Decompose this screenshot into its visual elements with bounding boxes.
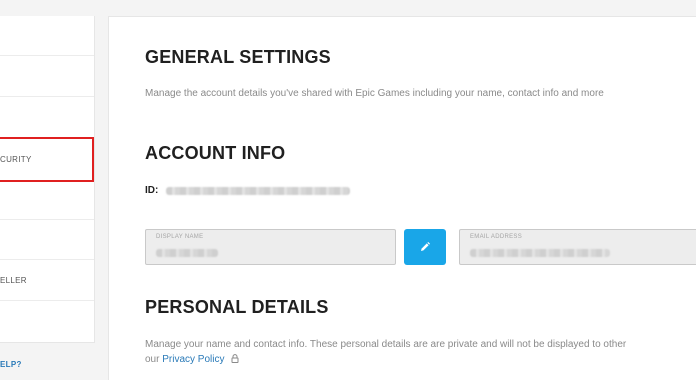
sidebar-item-label: CURITY: [0, 155, 32, 164]
general-settings-title: GENERAL SETTINGS: [145, 47, 331, 67]
sidebar-item-password-security[interactable]: CURITY: [0, 137, 94, 182]
settings-panel: GENERAL SETTINGS Manage the account deta…: [108, 16, 696, 380]
pencil-icon: [421, 242, 430, 251]
email-address-value-redacted: [470, 249, 610, 257]
email-address-label: EMAIL ADDRESS: [470, 234, 523, 240]
account-id-label: ID:: [145, 185, 159, 196]
general-settings-description: Manage the account details you've shared…: [145, 88, 604, 99]
display-name-value-redacted: [156, 249, 218, 257]
display-name-label: DISPLAY NAME: [156, 234, 204, 240]
sidebar-item-label: ELLER: [0, 276, 27, 285]
edit-display-name-button[interactable]: [404, 229, 446, 265]
personal-details-title: PERSONAL DETAILS: [145, 297, 329, 317]
sidebar-item[interactable]: [0, 16, 94, 56]
need-help-link[interactable]: ELP?: [0, 360, 22, 369]
personal-details-description: Manage your name and contact info. These…: [145, 339, 627, 365]
privacy-policy-link[interactable]: Privacy Policy: [162, 354, 224, 365]
sidebar-item[interactable]: [0, 180, 94, 220]
account-info-title: ACCOUNT INFO: [145, 143, 286, 163]
account-id-value-redacted: [166, 186, 351, 195]
email-address-field[interactable]: EMAIL ADDRESS: [459, 229, 696, 265]
account-id-row: ID:: [145, 185, 351, 196]
sidebar-item-epic-seller[interactable]: ELLER: [0, 261, 94, 301]
display-name-field[interactable]: DISPLAY NAME: [145, 229, 396, 265]
sidebar-item[interactable]: [0, 302, 94, 342]
sidebar-item[interactable]: [0, 57, 94, 97]
lock-icon: [231, 354, 239, 363]
sidebar-item[interactable]: [0, 220, 94, 260]
sidebar: CURITY ELLER: [0, 16, 95, 343]
